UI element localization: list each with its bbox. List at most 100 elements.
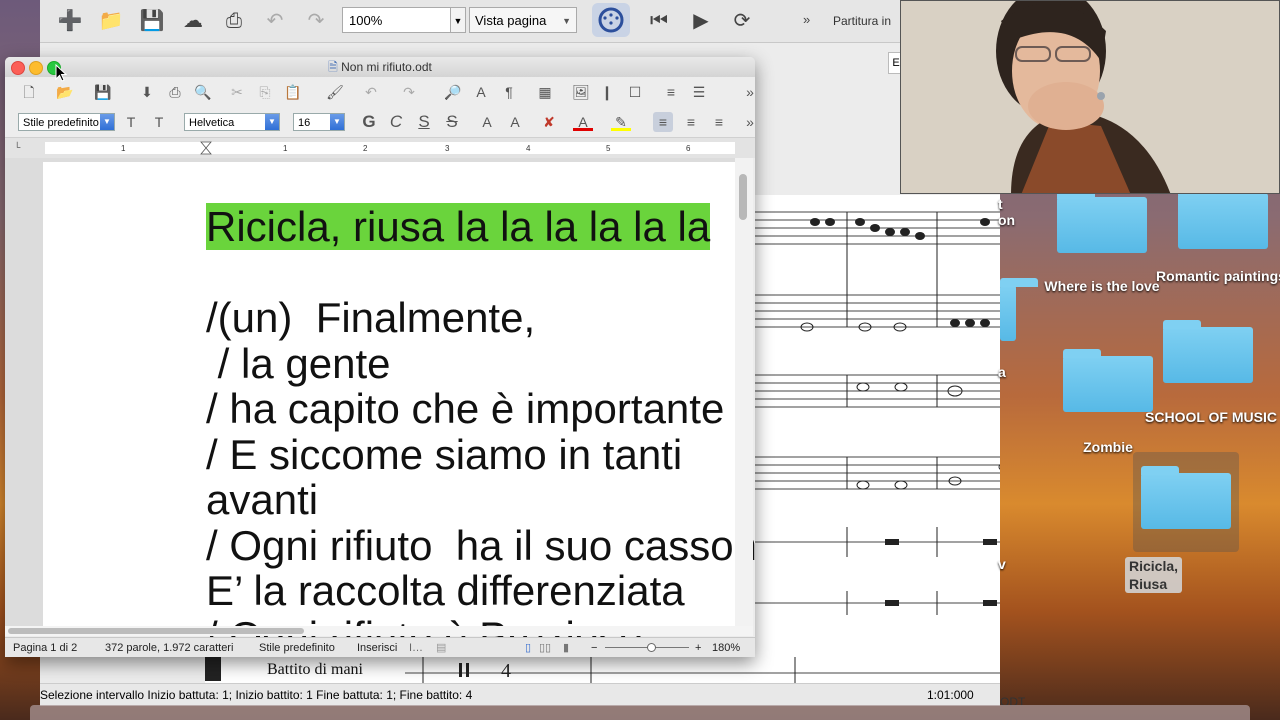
vertical-scrollbar[interactable]	[735, 158, 753, 626]
rewind-icon[interactable]: ⏮	[646, 8, 672, 34]
undo-icon[interactable]: ↶	[361, 82, 381, 102]
font-name-select[interactable]: Helvetica ▼	[184, 113, 280, 131]
folder-label-where-is-the-love[interactable]: Where is the love	[1037, 278, 1167, 295]
insert-textbox-icon[interactable]: ☐	[625, 82, 645, 102]
doc-line[interactable]: /(un) Finalmente,	[206, 294, 535, 341]
paste-icon[interactable]: 📋	[283, 82, 303, 102]
highlight-color-icon[interactable]: ✎	[611, 112, 631, 131]
strikethrough-icon[interactable]: S	[442, 112, 462, 132]
zoom-percent[interactable]: 180%	[712, 638, 740, 657]
word-count[interactable]: 372 parole, 1.972 caratteri	[105, 638, 233, 657]
folder-label-ricicla-riusa[interactable]: Ricicla, Riusa	[1125, 557, 1183, 593]
new-document-icon[interactable]: 🗋	[19, 82, 39, 102]
page-count[interactable]: Pagina 1 di 2	[13, 638, 77, 657]
open-folder-icon[interactable]: 📁	[98, 8, 124, 34]
print-preview-icon[interactable]: 🔍	[193, 82, 213, 102]
scroll-thumb[interactable]	[8, 628, 304, 634]
doc-line[interactable]: / ha capito che è importante	[206, 385, 724, 432]
clear-formatting-icon[interactable]: ✘	[539, 112, 559, 132]
doc-line[interactable]: / E siccome siamo in tanti	[206, 431, 682, 478]
font-size-select[interactable]: 16 ▼	[293, 113, 345, 131]
insert-image-icon[interactable]: 🖼	[571, 82, 591, 102]
webcam-overlay	[900, 0, 1280, 194]
folder-icon[interactable]	[1057, 190, 1147, 253]
close-button[interactable]	[11, 61, 25, 75]
dock[interactable]	[30, 705, 1250, 720]
insert-table-icon[interactable]: ▦	[535, 82, 555, 102]
multi-page-view-icon[interactable]: ▯▯	[539, 638, 551, 657]
horizontal-scrollbar[interactable]	[5, 626, 753, 636]
copy-icon[interactable]: ⎘	[255, 82, 275, 102]
folder-icon[interactable]	[1000, 278, 1038, 341]
folder-icon[interactable]	[1063, 349, 1153, 412]
single-page-view-icon[interactable]: ▯	[525, 638, 531, 657]
superscript-icon[interactable]: A	[477, 112, 497, 132]
doc-line[interactable]: avanti	[206, 476, 318, 523]
doc-line[interactable]: / la gente	[206, 340, 391, 387]
folder-label-school-of-music[interactable]: SCHOOL OF MUSIC	[1141, 409, 1280, 426]
page-break-icon[interactable]: ≡	[661, 82, 681, 102]
folder-icon[interactable]	[1163, 320, 1253, 383]
document-text[interactable]: Ricicla, riusa la la la la la la /(un) F…	[206, 203, 755, 657]
underline-icon[interactable]: S	[414, 112, 434, 132]
loop-icon[interactable]: ⟳	[729, 8, 755, 34]
new-score-icon[interactable]: ➕	[57, 8, 83, 34]
save-icon[interactable]: 💾	[93, 82, 113, 102]
insert-mode[interactable]: Inserisci	[357, 638, 397, 657]
paragraph-style-select[interactable]: Stile predefinito ▼	[18, 113, 115, 131]
score-tab-label[interactable]: Partitura in	[833, 14, 891, 28]
bottom-staff[interactable]: Battito di mani 4	[205, 655, 1000, 683]
save-icon[interactable]: 💾	[139, 8, 165, 34]
midi-input-button[interactable]	[592, 3, 630, 37]
toolbar-overflow-icon[interactable]: »	[803, 12, 810, 27]
print-icon[interactable]: ⎙	[221, 8, 247, 34]
update-style-icon[interactable]: T	[121, 112, 141, 132]
toolbar-overflow-icon[interactable]: »	[740, 112, 755, 132]
book-view-icon[interactable]: ▮	[563, 638, 569, 657]
minimize-button[interactable]	[29, 61, 43, 75]
font-color-icon[interactable]: A	[573, 112, 593, 131]
zoom-slider-thumb[interactable]	[647, 643, 656, 652]
score-canvas[interactable]	[755, 195, 1012, 675]
insert-chart-icon[interactable]: ❙	[597, 82, 617, 102]
find-replace-icon[interactable]: 🔎	[443, 82, 463, 102]
doc-line[interactable]: / Ogni rifiuto ha il suo cassonetto	[206, 522, 755, 569]
page-style[interactable]: Stile predefinito	[259, 638, 335, 657]
view-mode-select[interactable]: Vista pagina ▼	[469, 7, 577, 33]
folder-icon[interactable]	[1141, 466, 1231, 529]
align-center-icon[interactable]: ≡	[681, 112, 701, 132]
highlighted-title-line[interactable]: Ricicla, riusa la la la la la la	[206, 203, 711, 250]
play-icon[interactable]: ▶	[688, 8, 714, 34]
zoom-dropdown-icon[interactable]: ▼	[450, 7, 466, 33]
spelling-icon[interactable]: A	[471, 82, 491, 102]
italic-icon[interactable]: C	[386, 112, 406, 132]
insert-field-icon[interactable]: ☰	[689, 82, 709, 102]
export-pdf-icon[interactable]: ⬇	[137, 82, 157, 102]
folder-label-romantic-paintings[interactable]: Romantic paintings	[1156, 268, 1280, 285]
scroll-thumb[interactable]	[739, 174, 747, 220]
redo-icon[interactable]: ↷	[399, 82, 419, 102]
open-icon[interactable]: 📂	[55, 82, 75, 102]
undo-icon[interactable]: ↶	[262, 8, 288, 34]
align-left-icon[interactable]: ≡	[653, 112, 673, 132]
selection-mode-icon[interactable]: I…	[409, 638, 423, 657]
document-page[interactable]: Ricicla, riusa la la la la la la /(un) F…	[43, 162, 755, 657]
toolbar-overflow-icon[interactable]: »	[740, 82, 755, 102]
folder-icon[interactable]	[1178, 186, 1268, 249]
doc-line[interactable]: E’ la raccolta differenziata	[206, 567, 685, 614]
bold-icon[interactable]: G	[359, 112, 379, 132]
horizontal-ruler[interactable]: 1 1 2 3 4 5 6 └	[5, 138, 755, 158]
clone-formatting-icon[interactable]: 🖌	[325, 82, 345, 102]
cut-icon[interactable]: ✂	[227, 82, 247, 102]
zoom-in-icon[interactable]: +	[695, 638, 701, 657]
subscript-icon[interactable]: A	[505, 112, 525, 132]
new-style-icon[interactable]: T	[149, 112, 169, 132]
formatting-marks-icon[interactable]: ¶	[499, 82, 519, 102]
zoom-input[interactable]: 100%	[342, 7, 466, 33]
cloud-upload-icon[interactable]: ☁	[180, 8, 206, 34]
zoom-out-icon[interactable]: −	[591, 638, 597, 657]
writer-titlebar[interactable]: 🗎 Non mi rifiuto.odt	[5, 57, 755, 78]
print-icon[interactable]: ⎙	[165, 82, 185, 102]
align-right-icon[interactable]: ≡	[709, 112, 729, 132]
redo-icon[interactable]: ↷	[303, 8, 329, 34]
